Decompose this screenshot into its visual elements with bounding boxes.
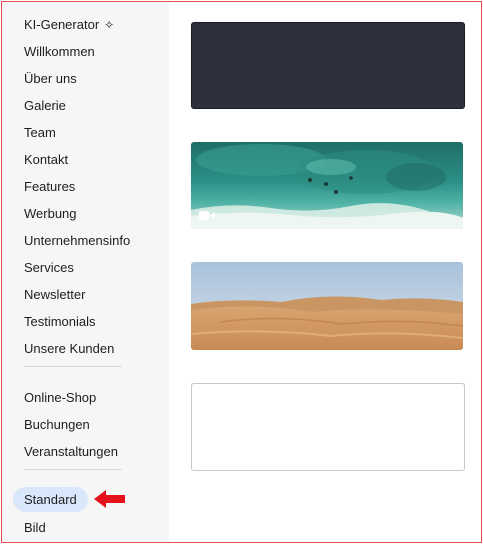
video-camera-icon	[199, 211, 215, 220]
app-frame: KI-Generator ✧ Willkommen Über uns Galeri…	[1, 1, 482, 543]
sidebar-item-unternehmensinfo[interactable]: Unternehmensinfo	[24, 227, 130, 254]
sidebar-item-kontakt[interactable]: Kontakt	[24, 146, 68, 173]
sidebar-item-team[interactable]: Team	[24, 119, 56, 146]
sidebar-item-buchungen[interactable]: Buchungen	[24, 411, 90, 438]
beach-image	[191, 142, 463, 229]
sidebar-item-unsere-kunden[interactable]: Unsere Kunden	[24, 335, 114, 362]
desert-image	[191, 262, 463, 350]
pointer-arrow-icon	[94, 490, 125, 508]
sidebar-item-standard[interactable]: Standard	[24, 487, 77, 512]
sidebar-item-veranstaltungen[interactable]: Veranstaltungen	[24, 438, 118, 465]
divider	[24, 366, 122, 367]
sidebar-item-label: KI-Generator	[24, 17, 100, 32]
sidebar-item-newsletter[interactable]: Newsletter	[24, 281, 85, 308]
template-thumbnail-blank[interactable]	[191, 383, 465, 471]
divider	[24, 469, 122, 470]
template-thumbnail-video-beach[interactable]	[191, 142, 463, 229]
sidebar-item-willkommen[interactable]: Willkommen	[24, 38, 95, 65]
sidebar-item-testimonials[interactable]: Testimonials	[24, 308, 96, 335]
sidebar-item-werbung[interactable]: Werbung	[24, 200, 77, 227]
template-thumbnail-desert[interactable]	[191, 262, 463, 350]
sidebar-item-ueber-uns[interactable]: Über uns	[24, 65, 77, 92]
template-thumbnail-dark[interactable]	[191, 22, 465, 109]
sidebar-item-ki-generator[interactable]: KI-Generator ✧	[24, 11, 114, 38]
sidebar-item-galerie[interactable]: Galerie	[24, 92, 66, 119]
sidebar-item-features[interactable]: Features	[24, 173, 75, 200]
sidebar-item-online-shop[interactable]: Online-Shop	[24, 384, 96, 411]
sidebar: KI-Generator ✧ Willkommen Über uns Galeri…	[2, 2, 169, 542]
sparkle-icon: ✧	[104, 18, 115, 32]
sidebar-item-services[interactable]: Services	[24, 254, 74, 281]
sidebar-item-bild[interactable]: Bild	[24, 514, 46, 541]
